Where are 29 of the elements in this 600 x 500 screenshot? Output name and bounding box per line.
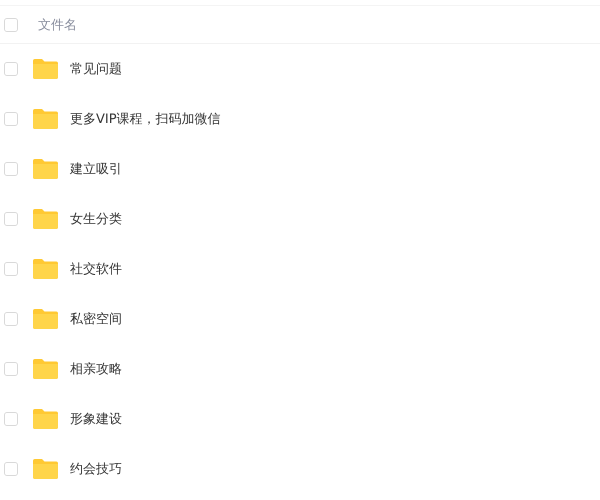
folder-name[interactable]: 约会技巧 (70, 460, 122, 478)
folder-icon (32, 109, 58, 129)
folder-name[interactable]: 私密空间 (70, 310, 122, 328)
folder-name[interactable]: 相亲攻略 (70, 360, 122, 378)
folder-name[interactable]: 建立吸引 (70, 160, 122, 178)
folder-name[interactable]: 女生分类 (70, 210, 122, 228)
checkbox[interactable] (4, 362, 18, 376)
folder-icon (32, 259, 58, 279)
folder-icon (32, 359, 58, 379)
checkbox[interactable] (4, 18, 18, 32)
folder-icon (32, 309, 58, 329)
checkbox[interactable] (4, 262, 18, 276)
checkbox[interactable] (4, 62, 18, 76)
checkbox[interactable] (4, 312, 18, 326)
folder-name[interactable]: 更多VIP课程，扫码加微信 (70, 110, 221, 128)
folder-icon (32, 459, 58, 479)
checkbox[interactable] (4, 162, 18, 176)
folder-icon (32, 59, 58, 79)
folder-icon (32, 209, 58, 229)
checkbox[interactable] (4, 462, 18, 476)
folder-icon (32, 159, 58, 179)
folder-name[interactable]: 社交软件 (70, 260, 122, 278)
checkbox[interactable] (4, 112, 18, 126)
folder-name[interactable]: 形象建设 (70, 410, 122, 428)
checkbox[interactable] (4, 412, 18, 426)
column-header: 文件名 (38, 16, 77, 34)
checkbox[interactable] (4, 212, 18, 226)
folder-name[interactable]: 常见问题 (70, 60, 122, 78)
folder-icon (32, 409, 58, 429)
